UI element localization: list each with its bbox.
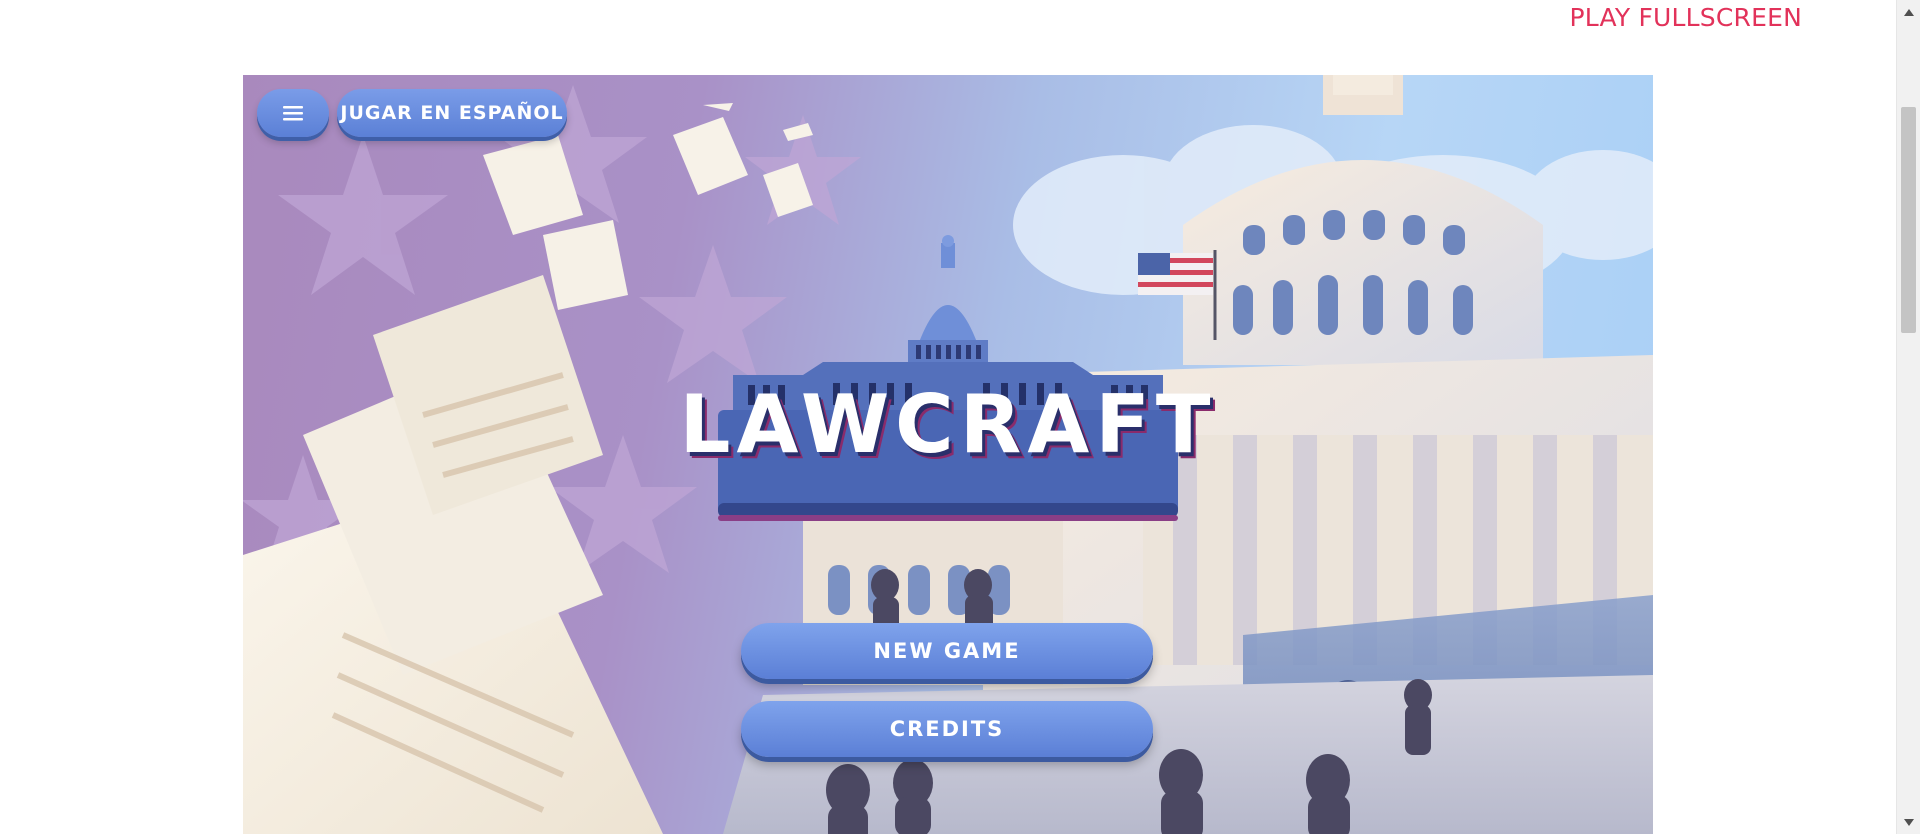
game-title-logo: LAWCRAFT (679, 377, 1217, 471)
credits-button[interactable]: CREDITS (741, 701, 1153, 757)
page: PLAY FULLSCREEN JUGAR EN ESPAÑOL LAWCRAF… (0, 0, 1920, 834)
scroll-up-arrow-icon[interactable] (1897, 2, 1920, 22)
menu-button[interactable] (257, 89, 329, 137)
scroll-down-arrow-icon[interactable] (1897, 812, 1920, 832)
new-game-button[interactable]: NEW GAME (741, 623, 1153, 679)
scroll-thumb[interactable] (1901, 107, 1916, 333)
spanish-language-button[interactable]: JUGAR EN ESPAÑOL (337, 89, 567, 137)
hamburger-menu-icon (283, 106, 303, 121)
play-fullscreen-link[interactable]: PLAY FULLSCREEN (1570, 1, 1802, 35)
page-scrollbar[interactable] (1896, 0, 1920, 834)
game-frame[interactable]: JUGAR EN ESPAÑOL LAWCRAFT NEW GAME CREDI… (243, 75, 1653, 834)
